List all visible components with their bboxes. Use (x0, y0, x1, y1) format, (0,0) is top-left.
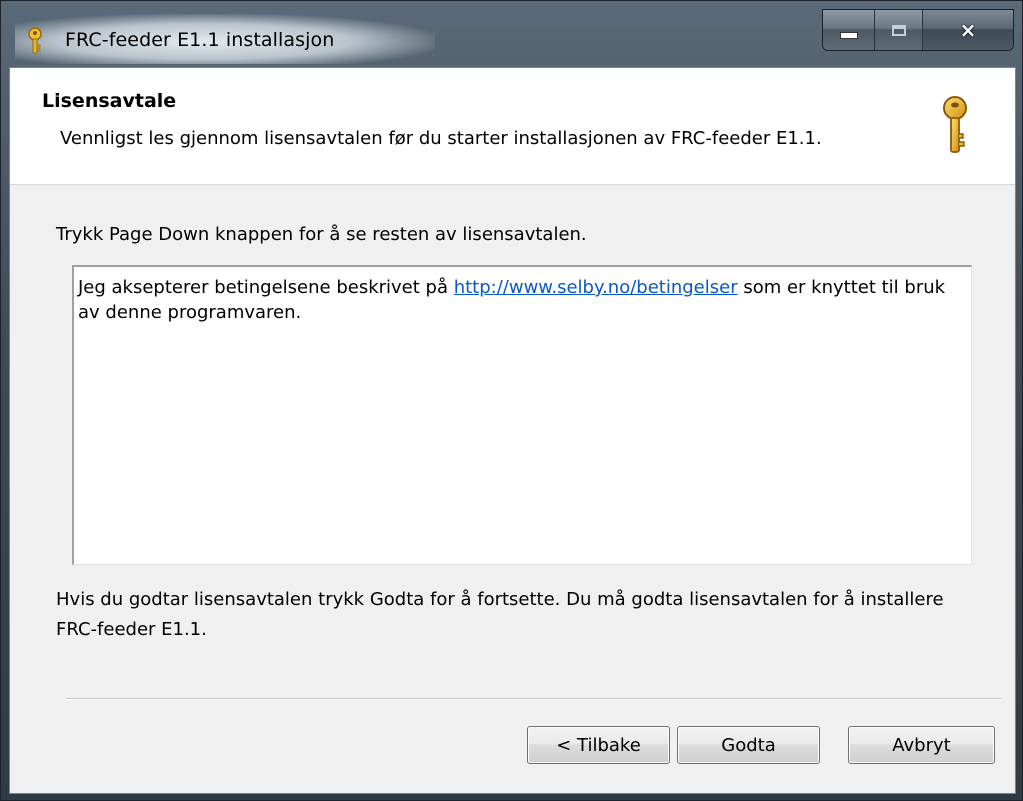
license-link[interactable]: http://www.selby.no/betingelser (454, 277, 738, 298)
window-title: FRC-feeder E1.1 installasjon (65, 29, 335, 51)
key-icon (943, 96, 967, 153)
dialog-client-area: Lisensavtale Vennligst les gjennom lisen… (9, 67, 1016, 794)
license-textbox[interactable]: Jeg aksepterer betingelsene beskrivet på… (72, 265, 972, 565)
cancel-button[interactable]: Avbryt (848, 726, 995, 764)
title-bar[interactable]: FRC-feeder E1.1 installasjon × (1, 1, 1022, 67)
caption-buttons: × (822, 9, 1014, 51)
back-button[interactable]: < Tilbake (527, 726, 670, 764)
page-title: Lisensavtale (42, 90, 177, 112)
key-icon (28, 27, 42, 54)
accept-button[interactable]: Godta (677, 726, 820, 764)
close-button[interactable]: × (923, 10, 1013, 50)
minimize-icon (839, 31, 858, 39)
footer-text: Hvis du godtar lisensavtalen trykk Godta… (56, 589, 944, 640)
close-icon: × (959, 18, 977, 42)
maximize-icon (891, 24, 906, 36)
maximize-button[interactable] (875, 10, 923, 50)
minimize-button[interactable] (823, 10, 875, 50)
separator (66, 698, 1001, 700)
license-text-before: Jeg aksepterer betingelsene beskrivet på (78, 277, 454, 298)
page-subtitle: Vennligst les gjennom lisensavtalen før … (60, 128, 822, 149)
instruction-text: Trykk Page Down knappen for å se resten … (56, 224, 587, 245)
installer-window: FRC-feeder E1.1 installasjon × Lisensavt… (0, 0, 1023, 801)
dialog-header: Lisensavtale Vennligst les gjennom lisen… (10, 68, 1015, 185)
